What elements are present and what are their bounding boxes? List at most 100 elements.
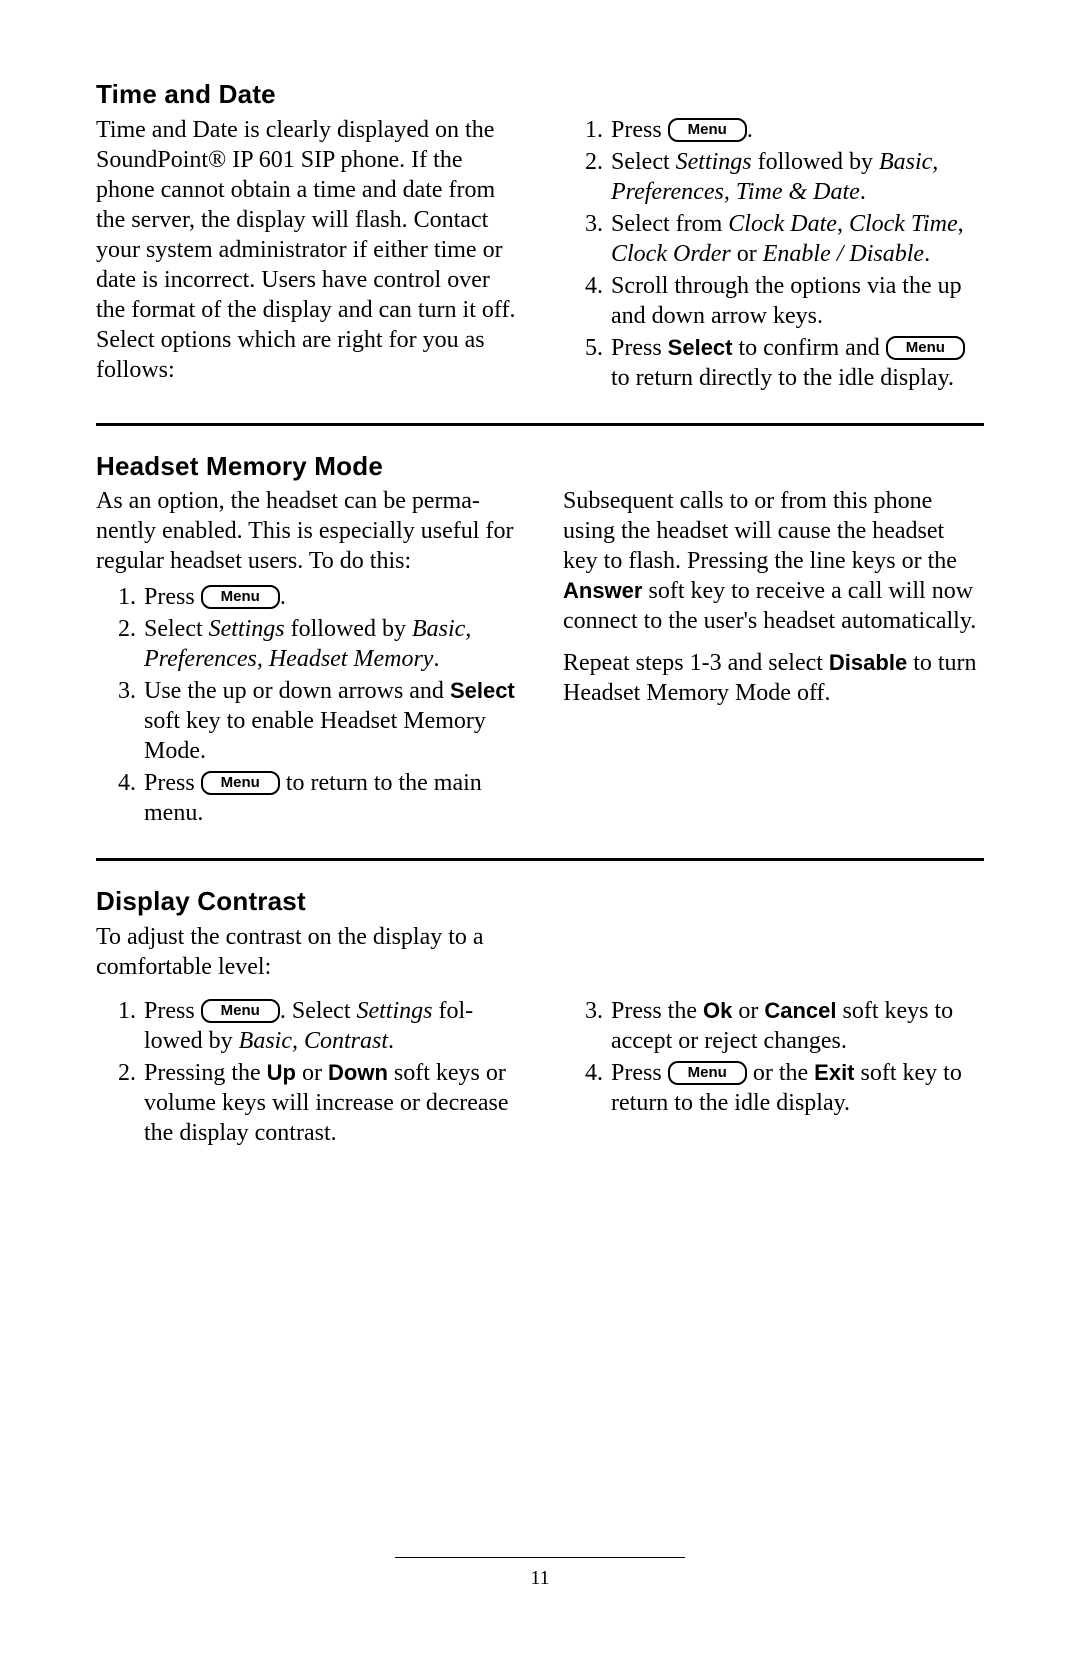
column-left: Time and Date is clearly displayed on th…: [96, 115, 517, 395]
text-bold: Ok: [703, 998, 732, 1023]
page-footer: 11: [0, 1557, 1080, 1591]
page-content: Time and Date Time and Date is clearly d…: [96, 78, 984, 1150]
text: .: [280, 584, 286, 610]
text-italic: Settings: [356, 998, 432, 1024]
menu-key-icon: Menu: [201, 771, 280, 795]
document-page: Time and Date Time and Date is clearly d…: [0, 0, 1080, 1669]
text: or the: [747, 1060, 814, 1086]
intro-paragraph: To adjust the contrast on the display to…: [96, 922, 526, 982]
columns: Press Menu. Select Settings fol­lowed by…: [96, 996, 984, 1150]
step-1: Press Menu. Select Settings fol­lowed by…: [142, 996, 517, 1056]
text: .: [860, 179, 866, 205]
page-number: 11: [0, 1566, 1080, 1591]
text: soft key to enable Headset Memory Mode.: [144, 708, 486, 764]
text: or: [296, 1060, 328, 1086]
text-italic: Clock Order: [611, 241, 731, 267]
columns: As an option, the headset can be perma­n…: [96, 486, 984, 830]
text: followed by: [752, 149, 879, 175]
column-left: Press Menu. Select Settings fol­lowed by…: [96, 996, 517, 1150]
steps-list: Press Menu. Select Settings followed by …: [563, 115, 984, 393]
steps-list: Press Menu. Select Settings fol­lowed by…: [96, 996, 517, 1148]
text-bold: Select: [668, 335, 733, 360]
intro-paragraph: Time and Date is clearly displayed on th…: [96, 115, 517, 385]
text-bold: Disable: [829, 650, 907, 675]
column-right: Press the Ok or Cancel soft keys to acce…: [563, 996, 984, 1150]
text: .: [924, 241, 930, 267]
text-italic: Basic, Contrast: [239, 1028, 388, 1054]
menu-key-icon: Menu: [201, 585, 280, 609]
text: . Select: [280, 998, 357, 1024]
text: Press the: [611, 998, 703, 1024]
text-italic: Clock Date: [728, 211, 837, 237]
text-bold: Answer: [563, 578, 642, 603]
section-headset-memory-mode: Headset Memory Mode As an option, the he…: [96, 450, 984, 831]
text: or: [732, 998, 764, 1024]
heading-time-and-date: Time and Date: [96, 78, 984, 111]
text: Press: [611, 117, 668, 143]
step-3: Press the Ok or Cancel soft keys to acce…: [609, 996, 984, 1056]
text: .: [433, 646, 439, 672]
step-2: Select Settings followed by Basic, Prefe…: [609, 147, 984, 207]
text: Press: [611, 335, 668, 361]
text-bold: Cancel: [764, 998, 836, 1023]
text: Press: [144, 770, 201, 796]
columns: Time and Date is clearly displayed on th…: [96, 115, 984, 395]
step-3: Select from Clock Date, Clock Time, Cloc…: [609, 209, 984, 269]
text: or: [731, 241, 763, 267]
section-time-and-date: Time and Date Time and Date is clearly d…: [96, 78, 984, 395]
text: .: [388, 1028, 394, 1054]
text: ,: [958, 211, 964, 237]
text: followed by: [285, 616, 412, 642]
step-1: Press Menu.: [609, 115, 984, 145]
text: Subsequent calls to or from this phone u…: [563, 488, 957, 574]
text: Press: [144, 998, 201, 1024]
text: to confirm and: [733, 335, 886, 361]
step-5: Press Select to confirm and Menu to retu…: [609, 333, 984, 393]
text-italic: Settings: [676, 149, 752, 175]
paragraph: Subsequent calls to or from this phone u…: [563, 486, 984, 636]
text: ,: [837, 211, 849, 237]
steps-list: Press Menu. Select Settings followed by …: [96, 582, 517, 828]
text-bold: Up: [267, 1060, 296, 1085]
text: Use the up or down arrows and: [144, 678, 450, 704]
text: .: [747, 117, 753, 143]
menu-key-icon: Menu: [668, 118, 747, 142]
paragraph: Repeat steps 1-3 and select Disable to t…: [563, 648, 984, 708]
column-left: As an option, the headset can be perma­n…: [96, 486, 517, 830]
step-4: Press Menu to return to the main menu.: [142, 768, 517, 828]
step-4: Scroll through the options via the up an…: [609, 271, 984, 331]
steps-list: Press the Ok or Cancel soft keys to acce…: [563, 996, 984, 1118]
text-bold: Exit: [814, 1060, 854, 1085]
text-bold: Select: [450, 678, 515, 703]
heading-headset-memory-mode: Headset Memory Mode: [96, 450, 984, 483]
step-4: Press Menu or the Exit soft key to retur…: [609, 1058, 984, 1118]
footer-rule: [395, 1557, 685, 1558]
section-display-contrast: Display Contrast To adjust the contrast …: [96, 885, 984, 1150]
menu-key-icon: Menu: [886, 336, 965, 360]
step-3: Use the up or down arrows and Select sof…: [142, 676, 517, 766]
text: Press: [611, 1060, 668, 1086]
step-1: Press Menu.: [142, 582, 517, 612]
text-italic: Clock Time: [849, 211, 958, 237]
text: Select: [611, 149, 676, 175]
column-right: Press Menu. Select Settings followed by …: [563, 115, 984, 395]
text-italic: Enable / Disable: [763, 241, 924, 267]
step-2: Select Settings followed by Basic, Prefe…: [142, 614, 517, 674]
text: Pressing the: [144, 1060, 267, 1086]
menu-key-icon: Menu: [668, 1061, 747, 1085]
text: Scroll through the options via the up an…: [611, 273, 962, 329]
section-divider: [96, 858, 984, 861]
column-right: Subsequent calls to or from this phone u…: [563, 486, 984, 830]
text: Select from: [611, 211, 728, 237]
step-2: Pressing the Up or Down soft keys or vol…: [142, 1058, 517, 1148]
text: Press: [144, 584, 201, 610]
heading-display-contrast: Display Contrast: [96, 885, 984, 918]
section-divider: [96, 423, 984, 426]
text: Repeat steps 1-3 and select: [563, 650, 829, 676]
intro-paragraph: As an option, the headset can be perma­n…: [96, 486, 517, 576]
text-bold: Down: [328, 1060, 388, 1085]
text: Select: [144, 616, 209, 642]
menu-key-icon: Menu: [201, 999, 280, 1023]
text-italic: Settings: [209, 616, 285, 642]
text: to return directly to the idle display.: [611, 365, 954, 391]
